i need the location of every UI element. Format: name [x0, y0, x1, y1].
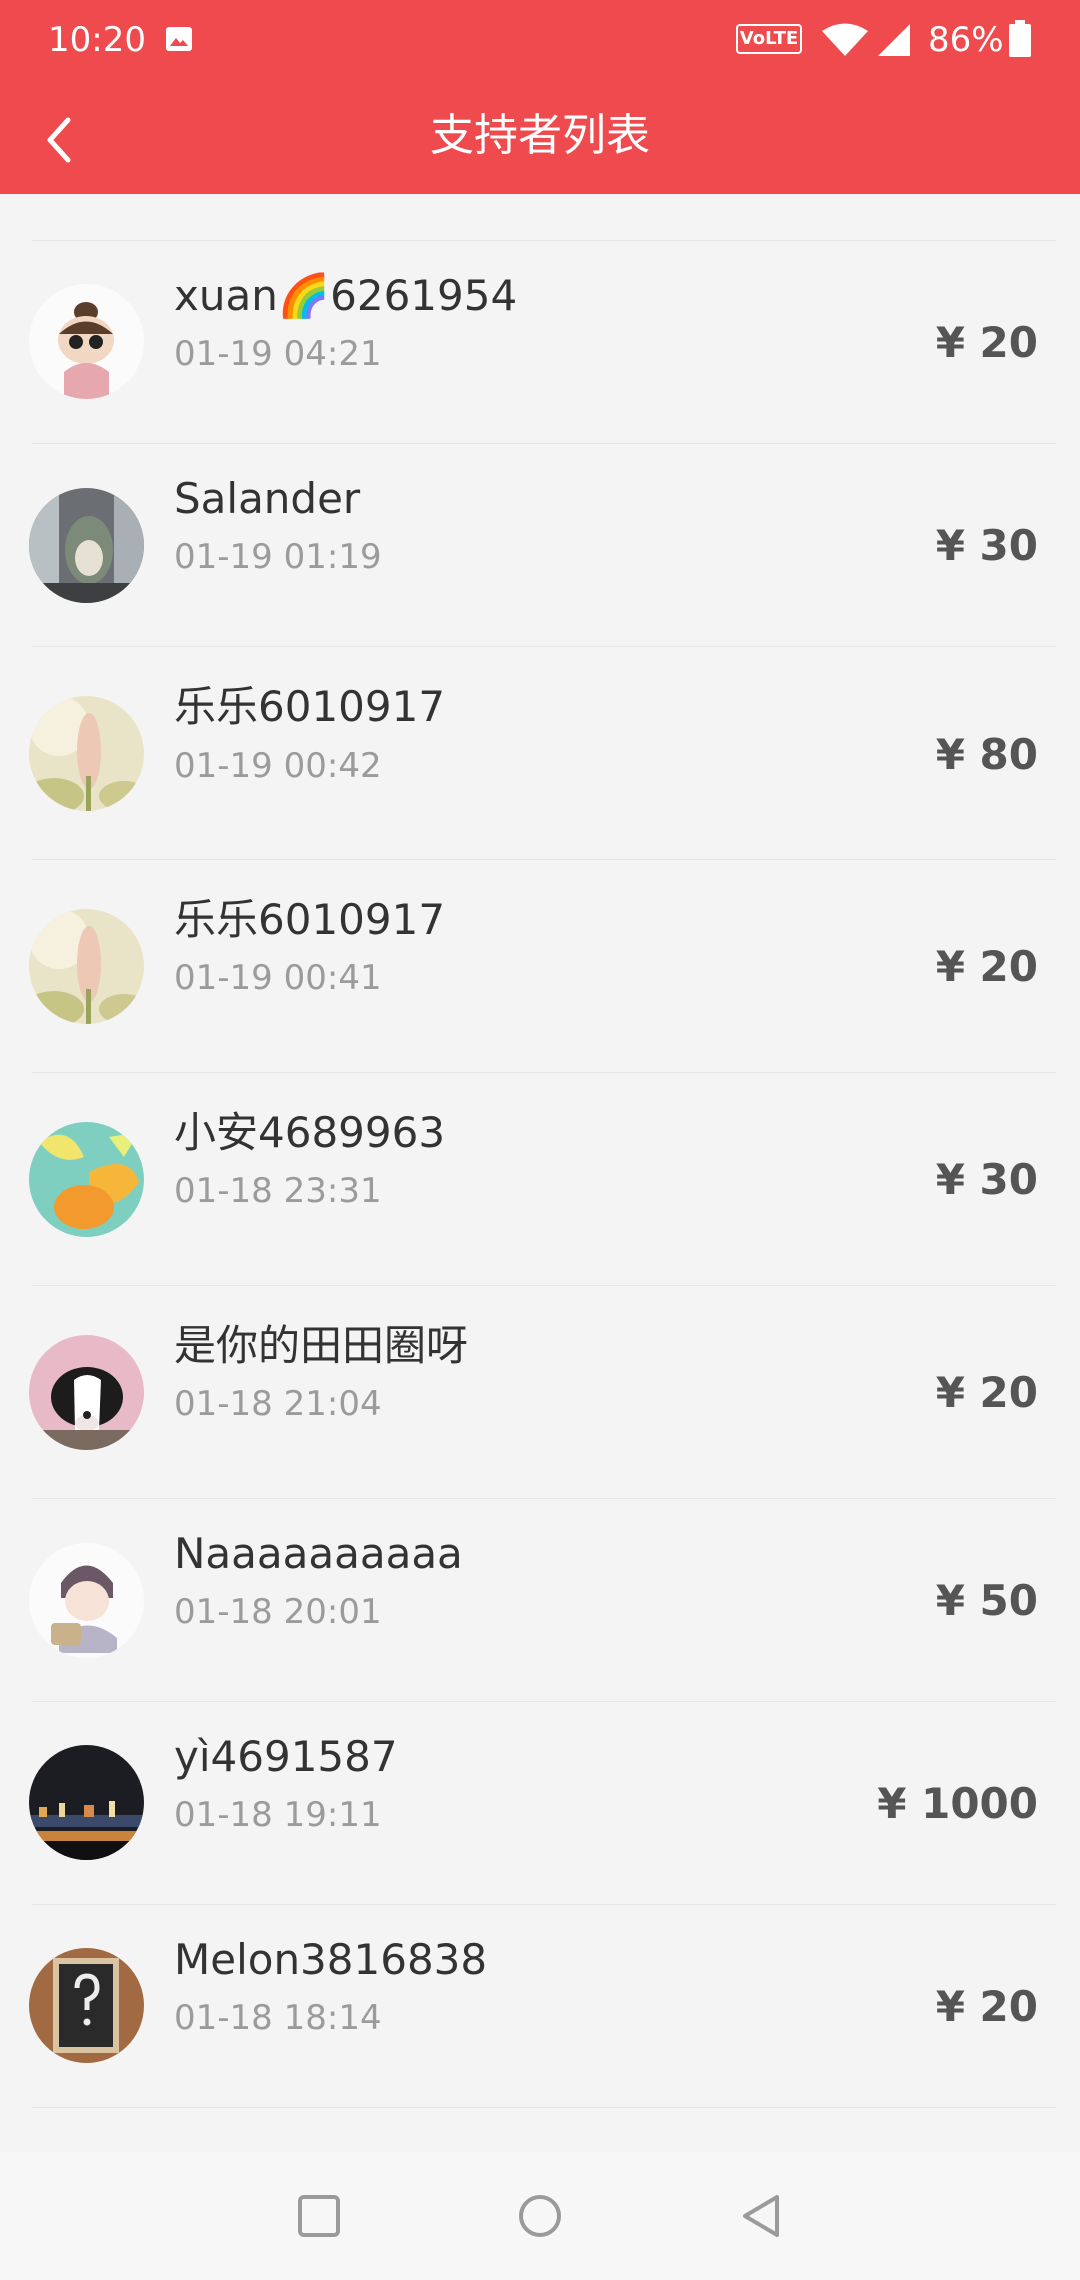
- battery-icon: [1008, 20, 1032, 58]
- volte-badge: VoLTE: [736, 24, 802, 54]
- avatar: [29, 909, 144, 1024]
- supporter-name: Salander: [174, 474, 361, 523]
- support-time: 01-18 20:01: [174, 1592, 382, 1632]
- support-time: 01-19 00:41: [174, 958, 382, 998]
- divider: [32, 2107, 1056, 2108]
- support-amount: ¥ 1000: [877, 1779, 1038, 1828]
- wifi-icon: [820, 22, 870, 58]
- back-button[interactable]: [30, 104, 86, 176]
- home-circle-icon: [519, 2195, 561, 2237]
- battery-percent: 86%: [928, 20, 1004, 60]
- support-time: 01-18 18:14: [174, 1998, 382, 2038]
- back-triangle-icon: [743, 2195, 779, 2237]
- supporter-row[interactable]: Melon3816838 01-18 18:14 ¥ 20: [0, 1905, 1080, 2108]
- support-amount: ¥ 20: [935, 318, 1038, 367]
- supporter-name: yì4691587: [174, 1732, 398, 1781]
- support-time: 01-18 19:11: [174, 1795, 382, 1835]
- avatar: [29, 1948, 144, 2063]
- support-amount: ¥ 80: [935, 730, 1038, 779]
- status-time: 10:20: [48, 20, 146, 60]
- supporter-name: 小安4689963: [174, 1108, 446, 1157]
- support-time: 01-19 04:21: [174, 334, 382, 374]
- supporter-name: 是你的田田圈呀: [174, 1321, 469, 1370]
- page-title: 支持者列表: [430, 110, 650, 161]
- supporter-list[interactable]: xuan🌈6261954 01-19 04:21 ¥ 20 Salander 0…: [0, 194, 1080, 2152]
- avatar: [29, 1745, 144, 1860]
- avatar: [29, 488, 144, 603]
- supporter-row[interactable]: 是你的田田圈呀 01-18 21:04 ¥ 20: [0, 1286, 1080, 1499]
- avatar: [29, 1543, 144, 1658]
- recents-button[interactable]: [285, 2182, 353, 2250]
- supporter-name: 乐乐6010917: [174, 682, 446, 731]
- support-time: 01-18 21:04: [174, 1384, 382, 1424]
- gallery-icon: [164, 24, 194, 54]
- system-nav-bar: [0, 2152, 1080, 2280]
- signal-icon: [876, 22, 912, 58]
- support-time: 01-19 00:42: [174, 746, 382, 786]
- supporter-row[interactable]: Salander 01-19 01:19 ¥ 30: [0, 444, 1080, 647]
- supporter-row[interactable]: yì4691587 01-18 19:11 ¥ 1000: [0, 1702, 1080, 1905]
- support-amount: ¥ 30: [935, 521, 1038, 570]
- avatar: [29, 1122, 144, 1237]
- support-amount: ¥ 20: [935, 942, 1038, 991]
- back-nav-button[interactable]: [728, 2182, 796, 2250]
- status-bar: 10:20 VoLTE 86%: [0, 0, 1080, 80]
- chevron-left-icon: [47, 117, 71, 163]
- support-time: 01-19 01:19: [174, 537, 382, 577]
- support-time: 01-18 23:31: [174, 1171, 382, 1211]
- support-amount: ¥ 20: [935, 1982, 1038, 2031]
- supporter-row[interactable]: 乐乐6010917 01-19 00:42 ¥ 80: [0, 647, 1080, 860]
- home-button[interactable]: [506, 2182, 574, 2250]
- supporter-name: 乐乐6010917: [174, 895, 446, 944]
- supporter-row[interactable]: xuan🌈6261954 01-19 04:21 ¥ 20: [0, 241, 1080, 444]
- supporter-row[interactable]: 小安4689963 01-18 23:31 ¥ 30: [0, 1073, 1080, 1286]
- avatar: [29, 1335, 144, 1450]
- support-amount: ¥ 20: [935, 1368, 1038, 1417]
- supporter-name: Naaaaaaaaaa: [174, 1529, 463, 1578]
- supporter-row[interactable]: 乐乐6010917 01-19 00:41 ¥ 20: [0, 860, 1080, 1073]
- recents-square-icon: [298, 2195, 340, 2237]
- app-header: 10:20 VoLTE 86% 支持者列表: [0, 0, 1080, 194]
- avatar: [29, 284, 144, 399]
- support-amount: ¥ 30: [935, 1155, 1038, 1204]
- avatar: [29, 696, 144, 811]
- supporter-name: Melon3816838: [174, 1935, 488, 1984]
- support-amount: ¥ 50: [935, 1576, 1038, 1625]
- supporter-name: xuan🌈6261954: [174, 271, 518, 320]
- supporter-row[interactable]: Naaaaaaaaaa 01-18 20:01 ¥ 50: [0, 1499, 1080, 1702]
